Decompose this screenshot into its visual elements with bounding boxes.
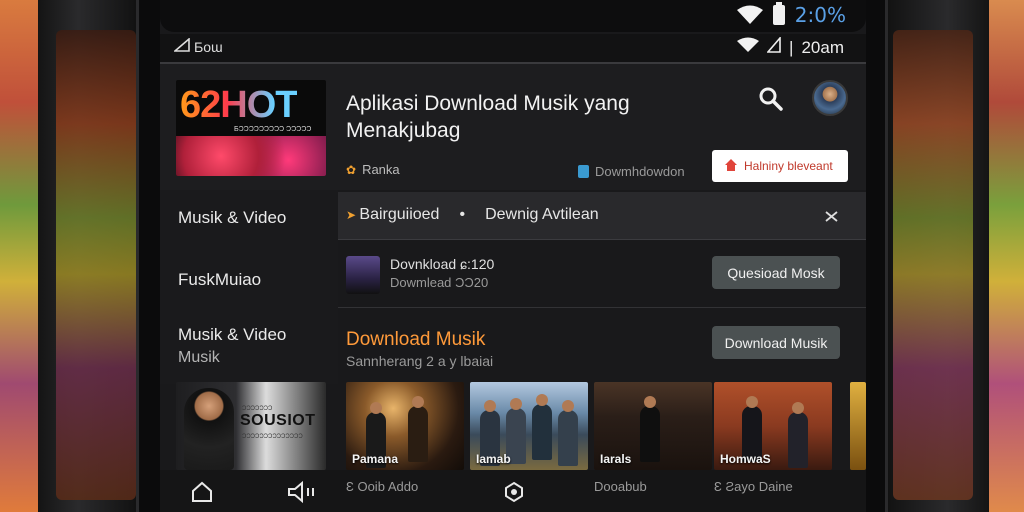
featured-brand: SOUSIOT xyxy=(240,412,316,429)
download-musik-button[interactable]: Download Musik xyxy=(712,326,840,359)
home-outline-icon xyxy=(192,481,212,502)
close-icon xyxy=(825,211,838,222)
artist-figure xyxy=(788,402,808,468)
refresh-icon xyxy=(505,481,523,503)
artist-figure xyxy=(408,396,428,462)
artist-figure xyxy=(532,394,552,460)
status-time-secondary: 20am xyxy=(801,37,844,57)
rank-link[interactable]: ✿ Ranka xyxy=(346,162,400,177)
logo-subtext: ƂƆƆƆƆƆƆƆƆƆ ƆƆƆƆƆ xyxy=(234,126,312,133)
search-icon xyxy=(759,87,783,111)
primary-action-button[interactable]: Halniny bleveant xyxy=(712,150,848,182)
app-screen: 2:0% Ƃoɯ | 20am 62HOT ƂƆƆƆƆƆƆƆƆƆ ƆƆƆƆƆ A… xyxy=(160,0,866,512)
primary-action-label: Halniny bleveant xyxy=(744,159,833,173)
featured-card[interactable]: ƆƆƆƆƆƆƆ SOUSIOT ƆƆƆƆƆƆƆƆƆƆƆƆƆƆ xyxy=(176,382,326,470)
download-info-label: Dowmhdowdon xyxy=(595,164,685,179)
side-panel-right xyxy=(893,30,973,500)
avatar[interactable] xyxy=(812,80,848,116)
app-logo: 62HOT ƂƆƆƆƆƆƆƆƆƆ ƆƆƆƆƆ xyxy=(176,80,326,176)
battery-icon xyxy=(772,2,785,25)
volume-nav-button[interactable] xyxy=(286,480,326,504)
notice-left: ➤ Bairguiioed xyxy=(346,206,440,223)
bottom-nav: Ɛ Ooib Addo Dooabub Ɛ Ƨayo Daine xyxy=(160,470,866,512)
nav-item-musik-video[interactable]: Musik & Video xyxy=(178,208,286,228)
app-header: 62HOT ƂƆƆƆƆƆƆƆƆƆ ƆƆƆƆƆ Aplikasi Download… xyxy=(160,64,866,190)
notice-right: Dewnig Avtilean xyxy=(485,206,599,223)
background-left xyxy=(0,0,40,512)
bottom-nav-text-3: Ɛ Ƨayo Daine xyxy=(714,479,793,494)
nav-item-fuskmuiao[interactable]: FuskMuiao xyxy=(178,270,261,290)
logo-artwork xyxy=(176,136,326,176)
refresh-nav-button[interactable] xyxy=(502,480,526,504)
download-row-subtitle: Dowmlead ƆƆ20 xyxy=(390,275,489,290)
volume-icon xyxy=(288,480,314,504)
logo-text: 62HOT xyxy=(180,84,298,126)
home-nav-button[interactable] xyxy=(190,480,214,504)
signal-bars-icon xyxy=(766,35,781,58)
card-caption: HomwaS xyxy=(720,452,771,466)
download-icon xyxy=(578,165,589,178)
download-row-button[interactable]: Quesioad Mosk xyxy=(712,256,840,289)
sidebar-nav: Musik & Video FuskMuiao Musik & Video Mu… xyxy=(160,190,338,384)
notice-separator: • xyxy=(459,206,466,223)
close-button[interactable] xyxy=(824,208,840,224)
download-info: Dowmhdowdon xyxy=(578,164,685,179)
nav-item-musik-sub: Musik xyxy=(178,349,220,366)
artist-figure xyxy=(640,396,660,462)
status-time: 2:0% xyxy=(794,3,846,27)
star-icon: ✿ xyxy=(346,162,357,177)
section-subtitle: Sannherang 2 a y lbaiai xyxy=(346,353,494,369)
artist-figure xyxy=(558,400,578,466)
side-panel-left xyxy=(56,30,136,500)
card-caption: Ɩamab xyxy=(476,452,511,466)
status-bar: 2:0% xyxy=(160,0,866,32)
divider-icon: | xyxy=(789,37,794,57)
signal-icon xyxy=(172,37,190,55)
secondary-status-bar: Ƃoɯ | 20am xyxy=(160,34,866,62)
card-caption: Ɩarals xyxy=(600,452,632,466)
music-card[interactable]: Ɩarals xyxy=(594,382,712,470)
download-row: Dovnkload ɕ:120 Dowmlead ƆƆ20 Quesioad M… xyxy=(338,242,866,308)
notification-label: Ƃoɯ xyxy=(194,38,223,55)
background-right xyxy=(984,0,1024,512)
featured-brand-bottom: ƆƆƆƆƆƆƆƆƆƆƆƆƆƆ xyxy=(242,434,303,440)
music-card-partial[interactable] xyxy=(850,382,866,470)
track-thumbnail xyxy=(346,256,380,294)
download-row-title: Dovnkload ɕ:120 xyxy=(390,256,495,272)
wifi-small-icon xyxy=(737,37,760,58)
nav-item-musik-video-2[interactable]: Musik & Video xyxy=(178,325,286,345)
notice-banner: ➤ Bairguiioed • Dewnig Avtilean xyxy=(338,192,866,240)
bottom-nav-text-2: Dooabub xyxy=(594,479,647,494)
music-card[interactable]: Pamana xyxy=(346,382,464,470)
artist-image xyxy=(184,388,234,470)
rank-label: Ranka xyxy=(362,162,400,177)
page-title: Aplikasi Download Musik yang Menakjubag xyxy=(346,92,630,142)
section-title: Download Musik xyxy=(346,329,486,350)
play-icon: ➤ xyxy=(346,208,360,222)
bottom-nav-text-1: Ɛ Ooib Addo xyxy=(346,479,419,494)
music-card[interactable]: Ɩamab xyxy=(470,382,588,470)
music-card[interactable]: HomwaS xyxy=(714,382,832,470)
card-caption: Pamana xyxy=(352,452,399,466)
home-icon xyxy=(724,158,738,175)
wifi-icon xyxy=(736,5,763,25)
search-button[interactable] xyxy=(758,86,784,112)
